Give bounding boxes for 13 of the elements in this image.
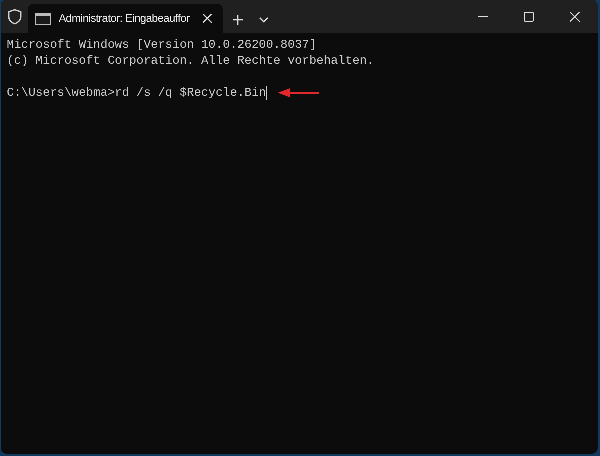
chevron-down-icon: [258, 17, 269, 23]
terminal-tab[interactable]: Administrator: Eingabeauffor: [28, 4, 223, 33]
console-line: Microsoft Windows [Version 10.0.26200.8037]: [7, 37, 317, 53]
maximize-icon: [524, 12, 534, 22]
console-line: C:\Users\webma>rd /s /q $Recycle.Bin: [7, 85, 266, 101]
shield-icon[interactable]: [8, 9, 22, 25]
close-icon: [202, 14, 212, 23]
close-icon: [570, 12, 580, 22]
arrow-icon: [278, 88, 320, 98]
plus-icon: [232, 15, 243, 25]
terminal-icon: [35, 12, 51, 24]
console-line: (c) Microsoft Corporation. Alle Rechte vorbehalten.: [7, 53, 374, 69]
tab-title: Administrator: Eingabeauffor: [59, 12, 190, 24]
